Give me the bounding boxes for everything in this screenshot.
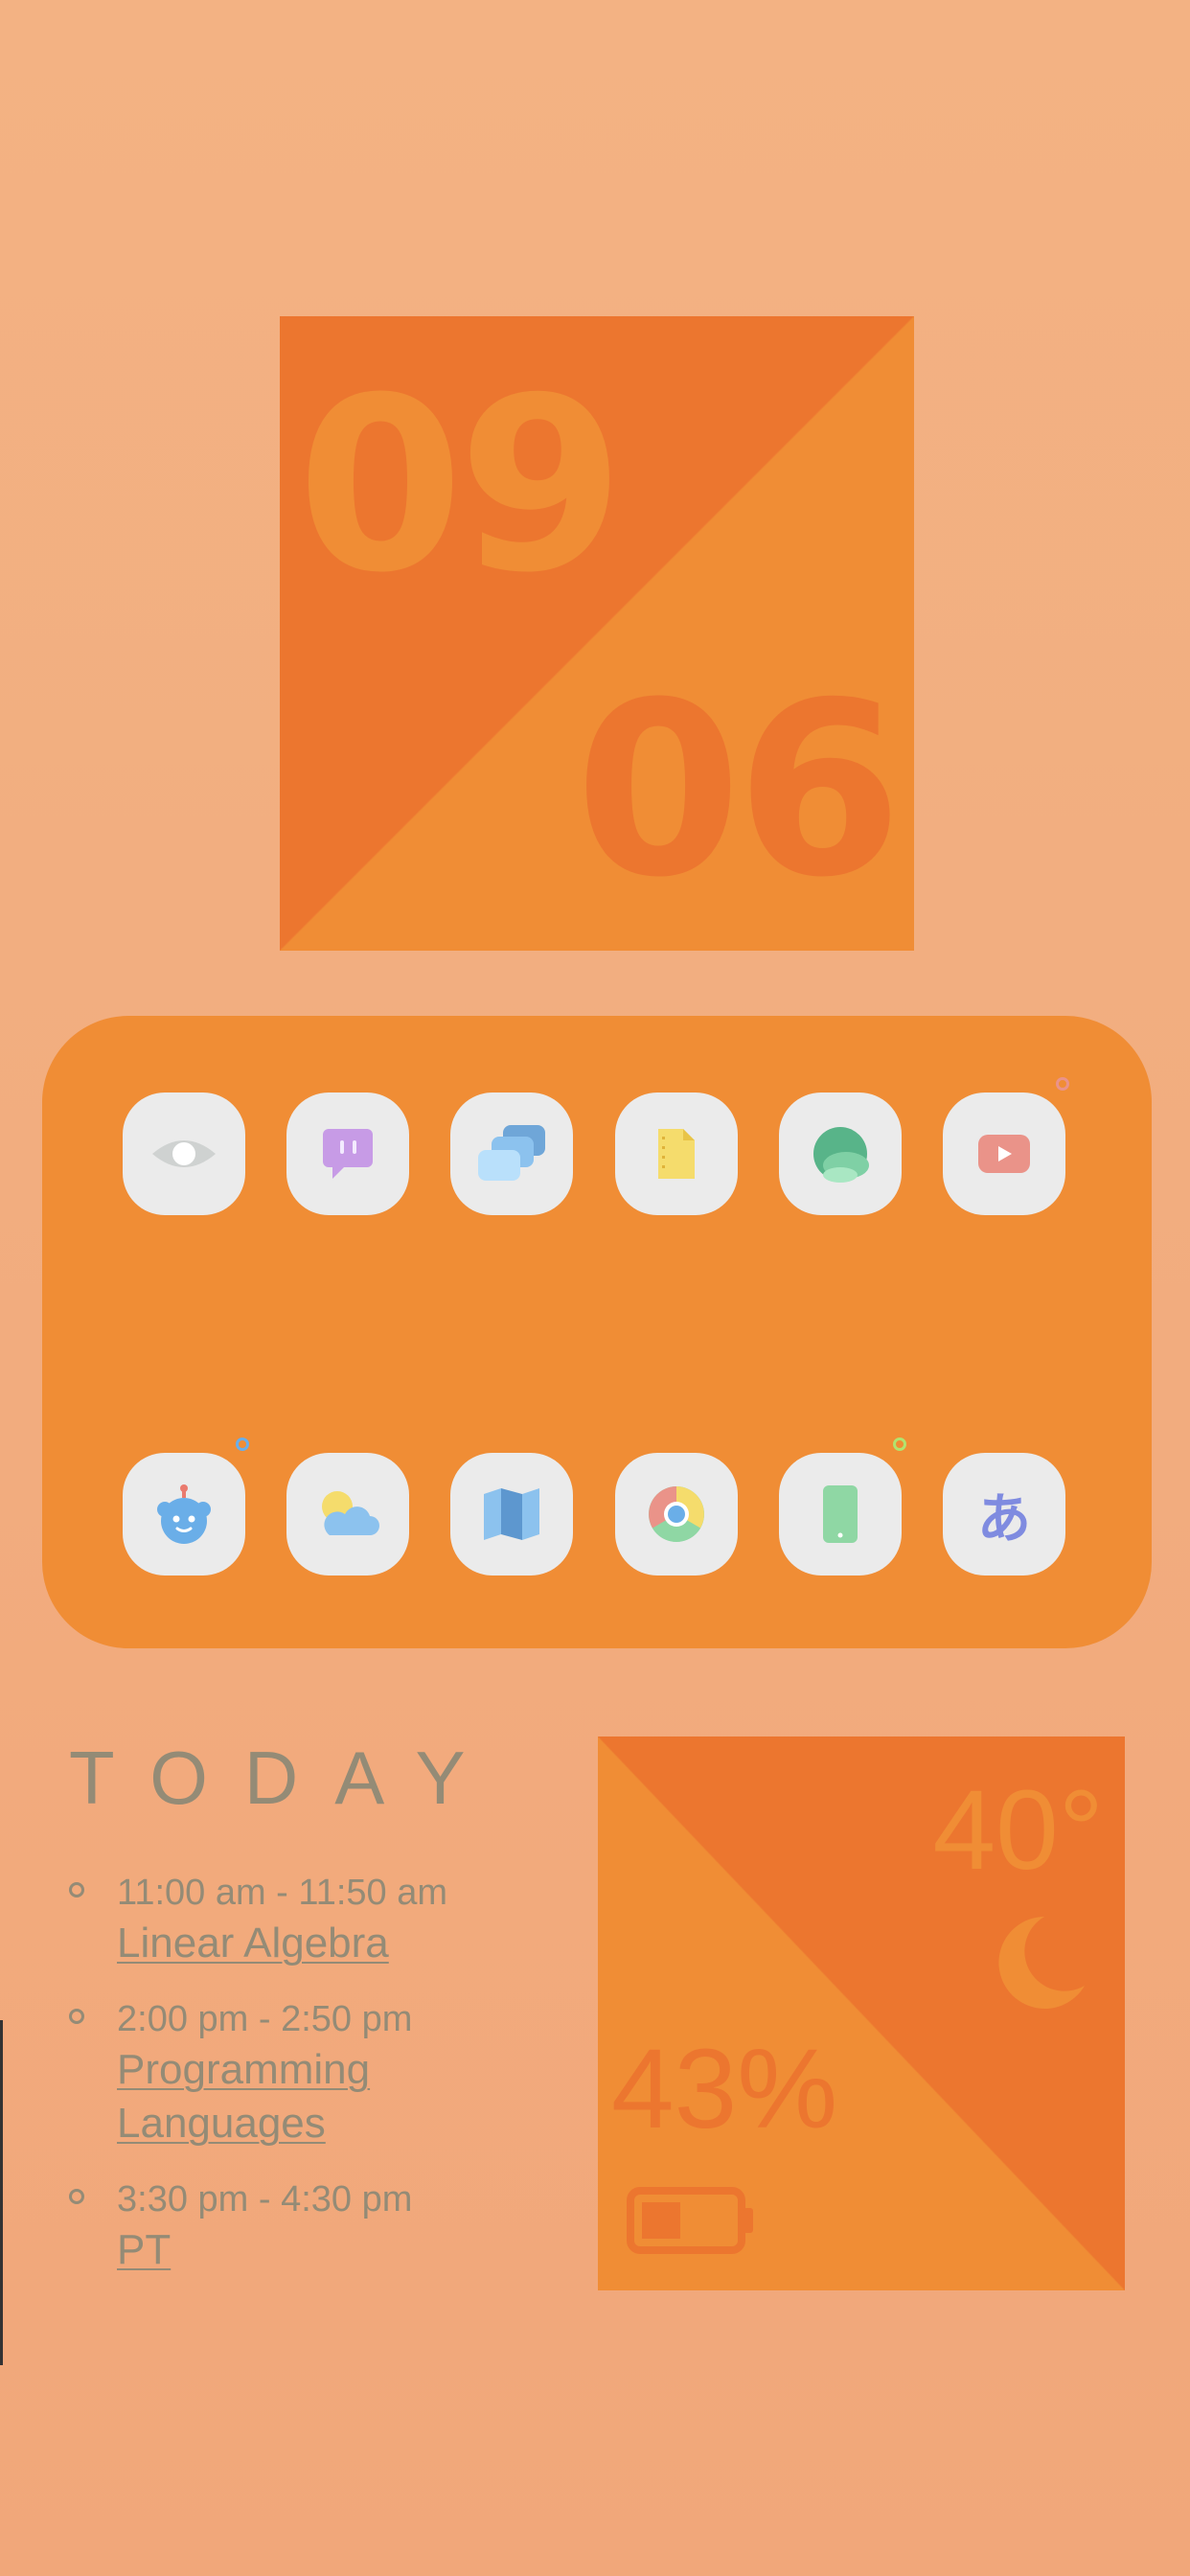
battery-icon	[627, 2187, 757, 2259]
notification-dot	[236, 1438, 249, 1451]
weather-app-icon[interactable]	[286, 1453, 409, 1576]
youtube-app-icon[interactable]	[943, 1092, 1065, 1215]
notes-app-icon[interactable]	[615, 1092, 738, 1215]
list-item[interactable]: 2:00 pm - 2:50 pm Programming Languages	[69, 1995, 519, 2150]
bullet-icon	[69, 2009, 84, 2024]
event-time: 11:00 am - 11:50 am	[117, 1873, 448, 1913]
event-title-link[interactable]: Linear Algebra	[117, 1917, 519, 1970]
bullet-icon	[69, 2189, 84, 2204]
event-title-link[interactable]: Programming Languages	[117, 2043, 423, 2150]
weather-battery-widget[interactable]: 40° 43%	[598, 1736, 1125, 2290]
clock-minute: 06	[575, 651, 903, 930]
event-time: 3:30 pm - 4:30 pm	[117, 2179, 413, 2220]
globe-app-icon[interactable]	[779, 1092, 902, 1215]
clock-widget[interactable]: 09 06	[280, 316, 914, 951]
maps-app-icon[interactable]	[450, 1453, 573, 1576]
moon-icon	[985, 1909, 1090, 2019]
battery-level-fill	[642, 2202, 680, 2239]
windows-app-icon[interactable]	[450, 1092, 573, 1215]
today-events-list: 11:00 am - 11:50 am Linear Algebra 2:00 …	[69, 1869, 519, 2302]
notification-dot	[893, 1438, 906, 1451]
japanese-keyboard-app-icon[interactable]: あ	[943, 1453, 1065, 1576]
temperature-readout: 40°	[932, 1767, 1104, 1894]
notification-dot	[1056, 1077, 1069, 1091]
chat-app-icon[interactable]	[286, 1092, 409, 1215]
battery-percent: 43%	[611, 2026, 838, 2152]
app-dock: あ	[42, 1016, 1152, 1648]
edge-divider	[0, 2020, 3, 2365]
bot-app-icon[interactable]	[123, 1453, 245, 1576]
event-time: 2:00 pm - 2:50 pm	[117, 1999, 413, 2039]
clock-hour: 09	[297, 346, 625, 625]
eye-app-icon[interactable]	[123, 1092, 245, 1215]
today-heading: TODAY	[69, 1736, 502, 1820]
list-item[interactable]: 11:00 am - 11:50 am Linear Algebra	[69, 1869, 519, 1970]
event-title-link[interactable]: PT	[117, 2223, 519, 2277]
kana-glyph: あ	[977, 1487, 1031, 1551]
phone-app-icon[interactable]	[779, 1453, 902, 1576]
list-item[interactable]: 3:30 pm - 4:30 pm PT	[69, 2175, 519, 2277]
chrome-app-icon[interactable]	[615, 1453, 738, 1576]
bullet-icon	[69, 1882, 84, 1898]
